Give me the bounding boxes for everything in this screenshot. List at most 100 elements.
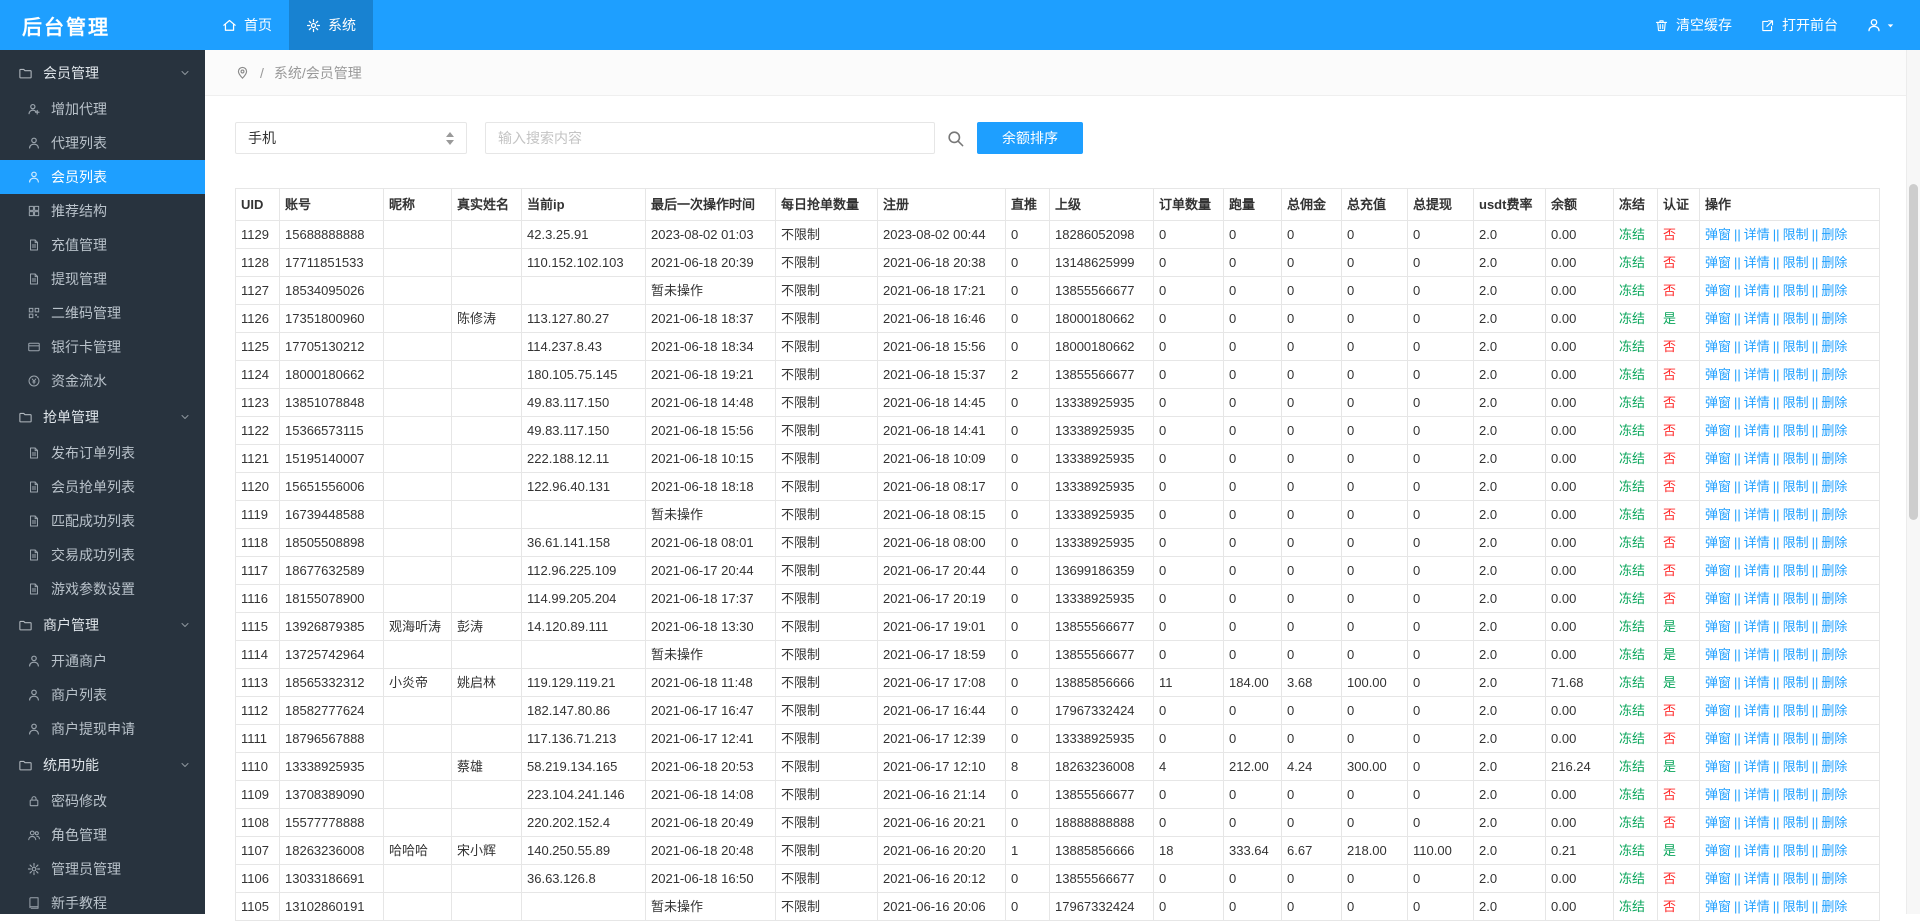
sidebar-item[interactable]: 商户列表 — [0, 678, 205, 712]
op-popup-link[interactable]: 弹窗 — [1705, 871, 1731, 886]
freeze-link[interactable]: 冻结 — [1619, 479, 1645, 494]
tab-system[interactable]: 系统 — [289, 0, 373, 50]
op-detail-link[interactable]: 详情 — [1744, 591, 1770, 606]
op-delete-link[interactable]: 删除 — [1821, 451, 1847, 466]
freeze-link[interactable]: 冻结 — [1619, 255, 1645, 270]
op-limit-link[interactable]: 限制 — [1783, 339, 1809, 354]
freeze-link[interactable]: 冻结 — [1619, 591, 1645, 606]
op-delete-link[interactable]: 删除 — [1821, 395, 1847, 410]
op-detail-link[interactable]: 详情 — [1744, 703, 1770, 718]
op-limit-link[interactable]: 限制 — [1783, 255, 1809, 270]
op-limit-link[interactable]: 限制 — [1783, 787, 1809, 802]
sidebar-item[interactable]: 交易成功列表 — [0, 538, 205, 572]
op-detail-link[interactable]: 详情 — [1744, 731, 1770, 746]
op-popup-link[interactable]: 弹窗 — [1705, 339, 1731, 354]
freeze-link[interactable]: 冻结 — [1619, 619, 1645, 634]
freeze-link[interactable]: 冻结 — [1619, 311, 1645, 326]
op-detail-link[interactable]: 详情 — [1744, 423, 1770, 438]
user-menu[interactable] — [1866, 17, 1896, 33]
sidebar-item[interactable]: 角色管理 — [0, 818, 205, 852]
search-input[interactable] — [485, 122, 935, 154]
freeze-link[interactable]: 冻结 — [1619, 731, 1645, 746]
op-detail-link[interactable]: 详情 — [1744, 815, 1770, 830]
op-popup-link[interactable]: 弹窗 — [1705, 591, 1731, 606]
op-limit-link[interactable]: 限制 — [1783, 479, 1809, 494]
op-limit-link[interactable]: 限制 — [1783, 703, 1809, 718]
op-limit-link[interactable]: 限制 — [1783, 871, 1809, 886]
op-limit-link[interactable]: 限制 — [1783, 451, 1809, 466]
op-popup-link[interactable]: 弹窗 — [1705, 647, 1731, 662]
op-delete-link[interactable]: 删除 — [1821, 843, 1847, 858]
op-popup-link[interactable]: 弹窗 — [1705, 451, 1731, 466]
sidebar-section-title[interactable]: 统用功能 — [0, 746, 205, 784]
freeze-link[interactable]: 冻结 — [1619, 563, 1645, 578]
op-limit-link[interactable]: 限制 — [1783, 899, 1809, 914]
sidebar-item[interactable]: 会员抢单列表 — [0, 470, 205, 504]
op-popup-link[interactable]: 弹窗 — [1705, 703, 1731, 718]
op-delete-link[interactable]: 删除 — [1821, 871, 1847, 886]
freeze-link[interactable]: 冻结 — [1619, 787, 1645, 802]
freeze-link[interactable]: 冻结 — [1619, 759, 1645, 774]
vertical-scrollbar[interactable] — [1906, 50, 1920, 914]
op-delete-link[interactable]: 删除 — [1821, 339, 1847, 354]
op-delete-link[interactable]: 删除 — [1821, 815, 1847, 830]
op-limit-link[interactable]: 限制 — [1783, 563, 1809, 578]
freeze-link[interactable]: 冻结 — [1619, 675, 1645, 690]
op-delete-link[interactable]: 删除 — [1821, 227, 1847, 242]
op-popup-link[interactable]: 弹窗 — [1705, 675, 1731, 690]
op-detail-link[interactable]: 详情 — [1744, 507, 1770, 522]
op-detail-link[interactable]: 详情 — [1744, 843, 1770, 858]
op-detail-link[interactable]: 详情 — [1744, 647, 1770, 662]
freeze-link[interactable]: 冻结 — [1619, 815, 1645, 830]
sidebar-section-title[interactable]: 会员管理 — [0, 54, 205, 92]
op-limit-link[interactable]: 限制 — [1783, 647, 1809, 662]
sidebar-item[interactable]: 开通商户 — [0, 644, 205, 678]
op-delete-link[interactable]: 删除 — [1821, 675, 1847, 690]
op-popup-link[interactable]: 弹窗 — [1705, 255, 1731, 270]
balance-sort-button[interactable]: 余额排序 — [977, 122, 1083, 154]
freeze-link[interactable]: 冻结 — [1619, 871, 1645, 886]
op-detail-link[interactable]: 详情 — [1744, 759, 1770, 774]
op-delete-link[interactable]: 删除 — [1821, 423, 1847, 438]
op-limit-link[interactable]: 限制 — [1783, 367, 1809, 382]
op-delete-link[interactable]: 删除 — [1821, 731, 1847, 746]
sidebar-item[interactable]: 资金流水 — [0, 364, 205, 398]
sidebar-item[interactable]: 提现管理 — [0, 262, 205, 296]
op-popup-link[interactable]: 弹窗 — [1705, 563, 1731, 578]
clear-cache-button[interactable]: 清空缓存 — [1654, 15, 1732, 35]
sidebar-item[interactable]: 匹配成功列表 — [0, 504, 205, 538]
op-popup-link[interactable]: 弹窗 — [1705, 479, 1731, 494]
op-detail-link[interactable]: 详情 — [1744, 311, 1770, 326]
op-popup-link[interactable]: 弹窗 — [1705, 507, 1731, 522]
open-frontend-button[interactable]: 打开前台 — [1760, 15, 1838, 35]
freeze-link[interactable]: 冻结 — [1619, 843, 1645, 858]
op-popup-link[interactable]: 弹窗 — [1705, 899, 1731, 914]
op-limit-link[interactable]: 限制 — [1783, 843, 1809, 858]
op-limit-link[interactable]: 限制 — [1783, 507, 1809, 522]
op-delete-link[interactable]: 删除 — [1821, 703, 1847, 718]
op-delete-link[interactable]: 删除 — [1821, 283, 1847, 298]
op-detail-link[interactable]: 详情 — [1744, 899, 1770, 914]
op-limit-link[interactable]: 限制 — [1783, 759, 1809, 774]
freeze-link[interactable]: 冻结 — [1619, 339, 1645, 354]
sidebar-item[interactable]: 代理列表 — [0, 126, 205, 160]
op-popup-link[interactable]: 弹窗 — [1705, 843, 1731, 858]
freeze-link[interactable]: 冻结 — [1619, 395, 1645, 410]
freeze-link[interactable]: 冻结 — [1619, 283, 1645, 298]
freeze-link[interactable]: 冻结 — [1619, 899, 1645, 914]
op-popup-link[interactable]: 弹窗 — [1705, 535, 1731, 550]
op-detail-link[interactable]: 详情 — [1744, 563, 1770, 578]
op-limit-link[interactable]: 限制 — [1783, 591, 1809, 606]
op-limit-link[interactable]: 限制 — [1783, 675, 1809, 690]
op-delete-link[interactable]: 删除 — [1821, 535, 1847, 550]
op-popup-link[interactable]: 弹窗 — [1705, 395, 1731, 410]
op-delete-link[interactable]: 删除 — [1821, 563, 1847, 578]
sidebar-item[interactable]: 管理员管理 — [0, 852, 205, 886]
op-detail-link[interactable]: 详情 — [1744, 395, 1770, 410]
op-detail-link[interactable]: 详情 — [1744, 479, 1770, 494]
op-popup-link[interactable]: 弹窗 — [1705, 227, 1731, 242]
sidebar-section-title[interactable]: 商户管理 — [0, 606, 205, 644]
op-delete-link[interactable]: 删除 — [1821, 787, 1847, 802]
op-delete-link[interactable]: 删除 — [1821, 479, 1847, 494]
freeze-link[interactable]: 冻结 — [1619, 367, 1645, 382]
